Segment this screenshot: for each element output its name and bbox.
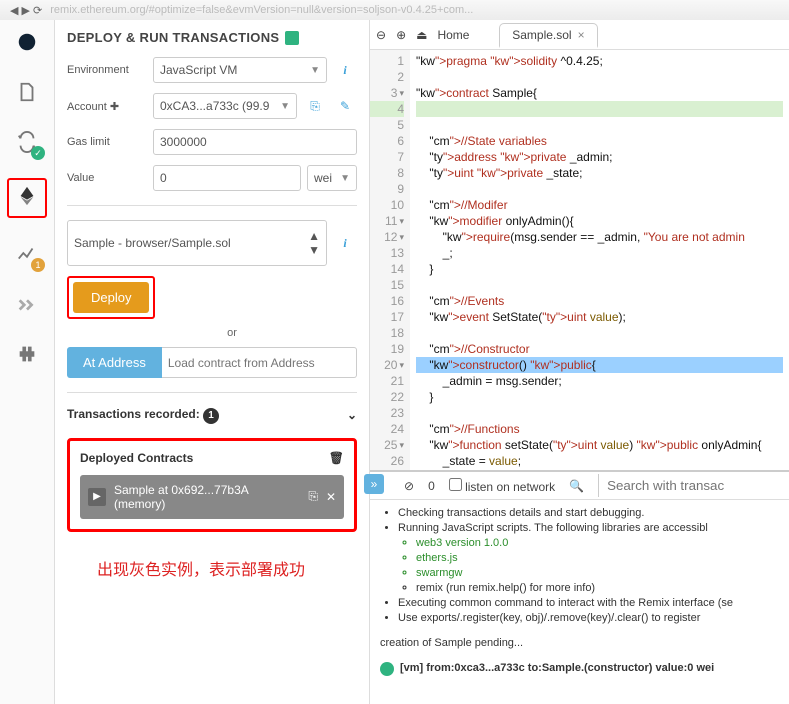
terminal-toggle-icon[interactable]: » [364, 474, 384, 494]
terminal-output[interactable]: Checking transactions details and start … [370, 500, 789, 682]
plugin-manager-icon[interactable] [13, 340, 41, 368]
chevron-down-icon[interactable]: ⌄ [347, 408, 357, 422]
gas-limit-input[interactable] [153, 129, 357, 155]
editor-toolbar: ⊖ ⊕ ⏏ Home Sample.sol× [370, 20, 789, 50]
home-icon[interactable]: ⏏ [416, 28, 427, 42]
copy-icon[interactable]: ⎘ [308, 489, 318, 504]
compiler-icon[interactable]: ✓ [13, 128, 41, 156]
zoom-out-icon[interactable]: ⊖ [376, 28, 386, 42]
updown-icon: ▲▼ [308, 229, 320, 257]
plugin-sidebar: ✓ 1 [0, 20, 55, 704]
close-icon[interactable]: ✕ [326, 490, 336, 504]
pending-tx-count: 0 [428, 479, 435, 493]
tx-count-badge: 1 [203, 408, 219, 424]
trash-icon[interactable]: 🗑 [329, 451, 344, 465]
instance-label: Sample at 0x692...77b3A (memory) [114, 483, 300, 511]
terminal-toolbar: ⊘ 0 listen on network 🔍 [370, 472, 789, 500]
plus-icon[interactable]: ✚ [110, 101, 119, 113]
deploy-run-icon-active[interactable] [7, 178, 47, 218]
listen-network-checkbox[interactable]: listen on network [449, 478, 555, 494]
account-select[interactable]: 0xCA3...a733c (99.9▼ [153, 93, 297, 119]
deploy-run-panel: DEPLOY & RUN TRANSACTIONS Environment Ja… [55, 20, 370, 704]
environment-label: Environment [67, 64, 147, 76]
transactions-recorded-row[interactable]: Transactions recorded: 1 ⌄ [67, 407, 357, 424]
value-unit-select[interactable]: wei▼ [307, 165, 357, 191]
environment-select[interactable]: JavaScript VM▼ [153, 57, 327, 83]
deployed-contracts-highlight-box: Deployed Contracts 🗑 ▶ Sample at 0x692..… [67, 438, 357, 532]
browser-url-bar: ◀ ▶ ⟳remix.ethereum.org/#optimize=false&… [0, 0, 789, 20]
expand-icon[interactable]: ▶ [88, 488, 106, 506]
at-address-button[interactable]: At Address [67, 347, 162, 378]
panel-title: DEPLOY & RUN TRANSACTIONS [67, 30, 357, 45]
terminal-line: [vm] from:0xca3...a733c to:Sample.(const… [400, 661, 714, 676]
annotation-note: 出现灰色实例，表示部署成功 [97, 556, 357, 580]
info-icon[interactable]: i [333, 63, 357, 78]
terminal-search-input[interactable] [598, 474, 781, 497]
remix-logo-icon[interactable] [13, 28, 41, 56]
chevron-down-icon: ▼ [310, 65, 320, 76]
compile-ok-badge: ✓ [31, 146, 45, 160]
deploy-highlight-box: Deploy [67, 276, 155, 319]
success-dot-icon [380, 662, 394, 676]
analysis-icon[interactable]: 1 [13, 240, 41, 268]
contract-instance[interactable]: ▶ Sample at 0x692...77b3A (memory) ⎘ ✕ [80, 475, 344, 519]
clear-icon[interactable]: ⊘ [404, 479, 414, 493]
code-editor: ⊖ ⊕ ⏏ Home Sample.sol× 123▾4567891011▾12… [370, 20, 789, 470]
file-explorer-icon[interactable] [13, 78, 41, 106]
or-divider: or [107, 327, 357, 339]
search-icon[interactable]: 🔍 [569, 479, 584, 493]
analysis-count-badge: 1 [31, 258, 45, 272]
contract-select[interactable]: Sample - browser/Sample.sol▲▼ [67, 220, 327, 266]
deployed-contracts-title: Deployed Contracts [80, 451, 193, 465]
terminal-line: creation of Sample pending... [380, 636, 779, 651]
close-tab-icon[interactable]: × [578, 28, 585, 42]
terminal-panel: » ⊘ 0 listen on network 🔍 Checking trans… [370, 470, 789, 704]
copy-icon[interactable]: ⎘ [303, 99, 327, 114]
gas-limit-label: Gas limit [67, 136, 147, 148]
chevron-down-icon: ▼ [340, 173, 350, 184]
debugger-icon[interactable] [13, 290, 41, 318]
panel-status-chip [285, 31, 299, 45]
chevron-down-icon: ▼ [280, 101, 290, 112]
at-address-input[interactable] [162, 347, 357, 378]
info-icon[interactable]: i [333, 236, 357, 251]
value-input[interactable] [153, 165, 301, 191]
ethereum-icon [13, 182, 41, 210]
account-label: Account ✚ [67, 100, 147, 113]
zoom-in-icon[interactable]: ⊕ [396, 28, 406, 42]
line-number-gutter: 123▾4567891011▾12▾1314151617181920▾21222… [370, 50, 410, 470]
home-tab[interactable]: Home [437, 28, 469, 42]
edit-icon[interactable]: ✎ [333, 99, 357, 113]
file-tab-sample[interactable]: Sample.sol× [499, 23, 597, 48]
value-label: Value [67, 172, 147, 184]
deploy-button[interactable]: Deploy [73, 282, 149, 313]
code-lines[interactable]: "kw">pragma "kw">solidity ^0.4.25; "kw">… [410, 50, 789, 470]
